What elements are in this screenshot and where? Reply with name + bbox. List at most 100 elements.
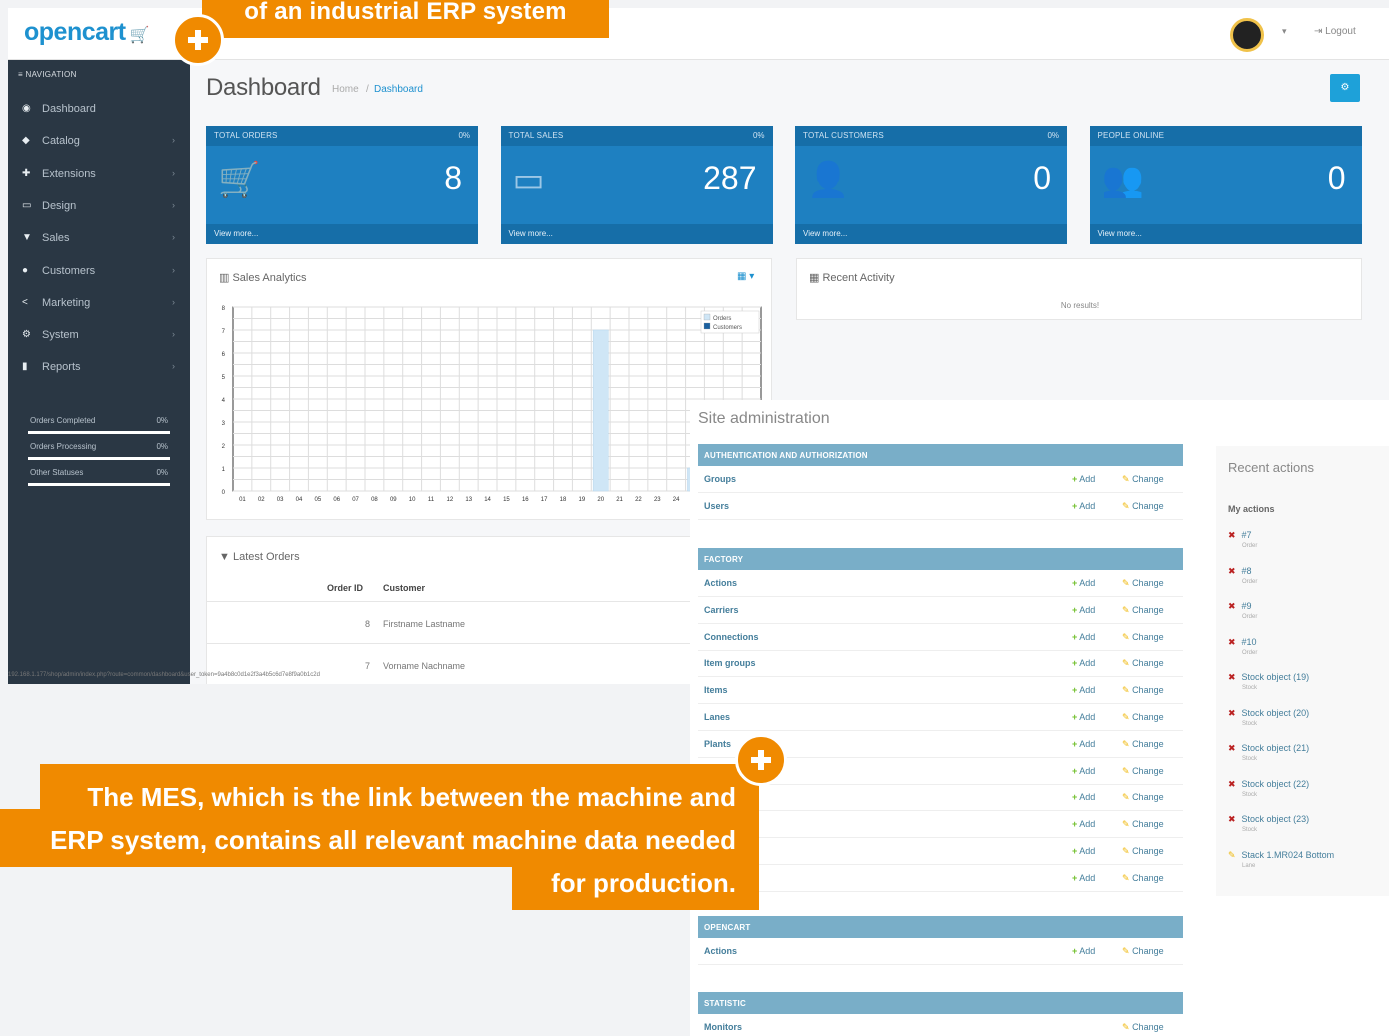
sidebar-item-label: System — [42, 329, 79, 342]
recent-action-item[interactable]: ✖ Stock object (22) Stock — [1228, 779, 1309, 798]
add-link[interactable]: + Add — [1072, 578, 1095, 588]
tile-value: 0 — [1033, 160, 1051, 196]
model-link[interactable]: Connections — [704, 632, 759, 642]
sidebar-item-catalog[interactable]: ◆ Catalog › — [8, 126, 190, 158]
view-more-link[interactable]: View more... — [206, 224, 478, 244]
recent-action-item[interactable]: ✖ #10 Order — [1228, 637, 1257, 656]
avatar[interactable] — [1230, 18, 1264, 52]
add-link[interactable]: + Add — [1072, 819, 1095, 829]
change-link[interactable]: ✎ Change — [1122, 819, 1164, 830]
change-link[interactable]: ✎ Change — [1122, 739, 1164, 750]
breadcrumb-current[interactable]: Dashboard — [374, 84, 423, 95]
model-link[interactable]: Item groups — [704, 658, 756, 668]
change-link[interactable]: ✎ Change — [1122, 1022, 1164, 1033]
change-label: Change — [1132, 474, 1164, 484]
add-link[interactable]: + Add — [1072, 685, 1095, 695]
change-link[interactable]: ✎ Change — [1122, 605, 1164, 616]
recent-action-item[interactable]: ✖ #9 Order — [1228, 601, 1257, 620]
recent-action-item[interactable]: ✖ #7 Order — [1228, 530, 1257, 549]
model-link[interactable]: Actions — [704, 578, 737, 588]
sidebar-item-system[interactable]: ⚙ System › — [8, 320, 190, 352]
plus-icon[interactable] — [735, 734, 787, 786]
opencart-logo[interactable]: opencart 🛒 — [24, 18, 150, 47]
x-tick-label: 22 — [635, 497, 642, 503]
model-link[interactable]: Actions — [704, 946, 737, 956]
recent-action-item[interactable]: ✖ Stock object (23) Stock — [1228, 814, 1309, 833]
sidebar-item-dashboard[interactable]: ◉ Dashboard — [8, 94, 190, 126]
add-link[interactable]: + Add — [1072, 792, 1095, 802]
calendar-dropdown[interactable]: ▦ ▾ — [737, 271, 754, 282]
sidebar-item-sales[interactable]: ▼ Sales › — [8, 223, 190, 255]
sidebar-item-reports[interactable]: ▮ Reports › — [8, 352, 190, 384]
bar-orders — [592, 329, 609, 492]
order-id-header[interactable]: Order ID — [327, 583, 363, 593]
breadcrumb-home[interactable]: Home — [332, 84, 359, 95]
change-link[interactable]: ✎ Change — [1122, 712, 1164, 723]
change-link[interactable]: ✎ Change — [1122, 792, 1164, 803]
change-link[interactable]: ✎ Change — [1122, 766, 1164, 777]
recent-actions-title: Recent actions — [1228, 460, 1314, 475]
add-link[interactable]: + Add — [1072, 846, 1095, 856]
recent-action-item[interactable]: ✖ Stock object (20) Stock — [1228, 708, 1309, 727]
stat-tile: TOTAL ORDERS 0% 🛒 8 View more... — [206, 126, 478, 244]
sidebar-item-marketing[interactable]: < Marketing › — [8, 288, 190, 320]
sidebar-item-customers[interactable]: ● Customers › — [8, 256, 190, 288]
change-link[interactable]: ✎ Change — [1122, 873, 1164, 884]
add-link[interactable]: + Add — [1072, 632, 1095, 642]
x-tick-label: 01 — [239, 497, 246, 503]
change-link[interactable]: ✎ Change — [1122, 846, 1164, 857]
add-link[interactable]: + Add — [1072, 658, 1095, 668]
chevron-down-icon[interactable]: ▾ — [1282, 26, 1287, 37]
model-link[interactable]: Groups — [704, 474, 736, 484]
delete-icon: ✖ — [1228, 778, 1236, 789]
model-link[interactable]: Items — [704, 685, 728, 695]
add-link[interactable]: + Add — [1072, 501, 1095, 511]
legend-swatch — [703, 313, 711, 321]
model-link[interactable]: Monitors — [704, 1022, 742, 1032]
recent-action-item[interactable]: ✖ Stock object (21) Stock — [1228, 743, 1309, 762]
change-link[interactable]: ✎ Change — [1122, 632, 1164, 643]
add-link[interactable]: + Add — [1072, 605, 1095, 615]
recent-action-item[interactable]: ✖ #8 Order — [1228, 566, 1257, 585]
add-link[interactable]: + Add — [1072, 712, 1095, 722]
view-more-link[interactable]: View more... — [500, 224, 773, 244]
plus-icon[interactable] — [172, 14, 224, 66]
add-link[interactable]: + Add — [1072, 873, 1095, 883]
x-tick-label: 19 — [579, 497, 586, 503]
model-link[interactable]: Users — [704, 501, 729, 511]
no-results-text: No results! — [1060, 301, 1100, 310]
model-link[interactable]: Carriers — [704, 605, 739, 615]
add-link[interactable]: + Add — [1072, 474, 1095, 484]
view-more-link[interactable]: View more... — [795, 224, 1067, 244]
module-header[interactable]: FACTORY — [698, 548, 1183, 570]
add-label: Add — [1079, 738, 1096, 749]
add-link[interactable]: + Add — [1072, 946, 1095, 956]
logout-link[interactable]: ⇥ Logout — [1314, 26, 1356, 37]
change-link[interactable]: ✎ Change — [1122, 685, 1164, 696]
recent-action-item[interactable]: ✖ Stock object (19) Stock — [1228, 672, 1309, 691]
recent-action-label: #9 — [1241, 601, 1252, 611]
change-link[interactable]: ✎ Change — [1122, 501, 1164, 512]
model-link[interactable]: Lanes — [704, 712, 730, 722]
change-link[interactable]: ✎ Change — [1122, 658, 1164, 669]
view-more-link[interactable]: View more... — [1089, 224, 1362, 244]
table-row: + Add ✎ Change — [698, 838, 1183, 865]
settings-button[interactable]: ⚙ — [1330, 74, 1360, 102]
sidebar-item-extensions[interactable]: ✚ Extensions › — [8, 159, 190, 191]
y-tick-label: 4 — [222, 398, 226, 404]
table-row: + Add ✎ Change — [698, 784, 1183, 812]
change-link[interactable]: ✎ Change — [1122, 474, 1164, 485]
recent-action-item[interactable]: ✎ Stack 1.MR024 Bottom Lane — [1228, 850, 1334, 869]
plus-icon: + — [1072, 474, 1078, 484]
model-link[interactable]: Plants — [704, 739, 731, 749]
pencil-icon: ✎ — [1122, 631, 1130, 642]
customer-header[interactable]: Customer — [383, 583, 425, 593]
change-link[interactable]: ✎ Change — [1122, 946, 1164, 957]
add-link[interactable]: + Add — [1072, 739, 1095, 749]
add-link[interactable]: + Add — [1072, 766, 1095, 776]
change-link[interactable]: ✎ Change — [1122, 578, 1164, 589]
module-header[interactable]: STATISTIC — [698, 992, 1183, 1014]
module-header[interactable]: AUTHENTICATION AND AUTHORIZATION — [698, 444, 1183, 466]
module-header[interactable]: OPENCART — [698, 916, 1183, 938]
sidebar-item-design[interactable]: ▭ Design › — [8, 191, 190, 223]
